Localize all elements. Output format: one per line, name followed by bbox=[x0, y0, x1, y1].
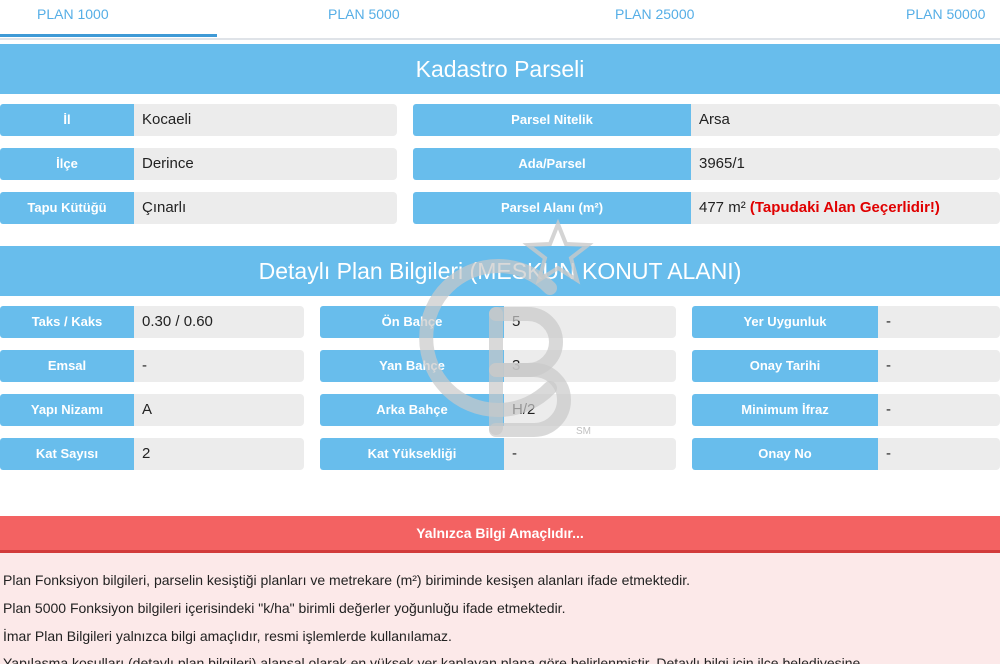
field-label-ilce: İlçe bbox=[0, 148, 134, 180]
info-warning-bar: Yalnızca Bilgi Amaçlıdır... bbox=[0, 516, 1000, 553]
field-value-yapi-nizami: A bbox=[134, 394, 304, 426]
field-value-yer-uygunluk: - bbox=[878, 306, 1000, 338]
field-value-ada-parsel: 3965/1 bbox=[691, 148, 1000, 180]
plan-section-title: Detaylı Plan Bilgileri (MESKUN KONUT ALA… bbox=[0, 246, 1000, 296]
field-label-on-bahce: Ön Bahçe bbox=[320, 306, 504, 338]
field-label-yan-bahce: Yan Bahçe bbox=[320, 350, 504, 382]
parsel-alani-warning-note: (Tapudaki Alan Geçerlidir!) bbox=[749, 199, 940, 216]
tab-plan-25000[interactable]: PLAN 25000 bbox=[615, 6, 694, 22]
field-label-minimum-ifraz: Minimum İfraz bbox=[692, 394, 878, 426]
field-label-arka-bahce: Arka Bahçe bbox=[320, 394, 504, 426]
tab-plan-50000[interactable]: PLAN 50000 bbox=[906, 6, 985, 22]
field-value-kat-yuksekligi: - bbox=[504, 438, 676, 470]
field-label-onay-tarihi: Onay Tarihi bbox=[692, 350, 878, 382]
field-value-kat-sayisi: 2 bbox=[134, 438, 304, 470]
tab-plan-5000[interactable]: PLAN 5000 bbox=[328, 6, 400, 22]
info-note-line: Plan 5000 Fonksiyon bilgileri içerisinde… bbox=[3, 600, 566, 616]
field-label-emsal: Emsal bbox=[0, 350, 134, 382]
field-value-parsel-alani: 477 m² (Tapudaki Alan Geçerlidir!) bbox=[691, 192, 1000, 224]
field-value-arka-bahce: H/2 bbox=[504, 394, 676, 426]
field-value-il: Kocaeli bbox=[134, 104, 397, 136]
field-label-kat-yuksekligi: Kat Yüksekliği bbox=[320, 438, 504, 470]
field-value-emsal: - bbox=[134, 350, 304, 382]
field-value-taks-kaks: 0.30 / 0.60 bbox=[134, 306, 304, 338]
field-label-ada-parsel: Ada/Parsel bbox=[413, 148, 691, 180]
active-tab-indicator bbox=[0, 34, 217, 37]
field-value-onay-tarihi: - bbox=[878, 350, 1000, 382]
parsel-alani-value: 477 m² bbox=[699, 199, 746, 216]
field-label-parsel-alani: Parsel Alanı (m²) bbox=[413, 192, 691, 224]
field-value-on-bahce: 5 bbox=[504, 306, 676, 338]
tab-plan-1000[interactable]: PLAN 1000 bbox=[37, 6, 109, 22]
info-notes: Plan Fonksiyon bilgileri, parselin kesiş… bbox=[0, 553, 1000, 664]
field-label-kat-sayisi: Kat Sayısı bbox=[0, 438, 134, 470]
field-label-parsel-nitelik: Parsel Nitelik bbox=[413, 104, 691, 136]
field-value-yan-bahce: 3 bbox=[504, 350, 676, 382]
field-label-taks-kaks: Taks / Kaks bbox=[0, 306, 134, 338]
field-label-il: İl bbox=[0, 104, 134, 136]
watermark-sm-text: SM bbox=[576, 426, 591, 437]
field-value-minimum-ifraz: - bbox=[878, 394, 1000, 426]
info-note-line: Plan Fonksiyon bilgileri, parselin kesiş… bbox=[3, 572, 691, 588]
info-note-line: Yapılaşma koşulları (detaylı plan bilgil… bbox=[3, 655, 861, 664]
field-label-tapu-kutugu: Tapu Kütüğü bbox=[0, 192, 134, 224]
kadastro-section-title: Kadastro Parseli bbox=[0, 44, 1000, 94]
info-note-line: İmar Plan Bilgileri yalnızca bilgi amaçl… bbox=[3, 628, 452, 644]
plan-scale-tabs: PLAN 1000 PLAN 5000 PLAN 25000 PLAN 5000… bbox=[0, 0, 1000, 40]
field-value-ilce: Derince bbox=[134, 148, 397, 180]
field-value-parsel-nitelik: Arsa bbox=[691, 104, 1000, 136]
field-value-onay-no: - bbox=[878, 438, 1000, 470]
field-label-yer-uygunluk: Yer Uygunluk bbox=[692, 306, 878, 338]
field-label-onay-no: Onay No bbox=[692, 438, 878, 470]
field-value-tapu-kutugu: Çınarlı bbox=[134, 192, 397, 224]
field-label-yapi-nizami: Yapı Nizamı bbox=[0, 394, 134, 426]
